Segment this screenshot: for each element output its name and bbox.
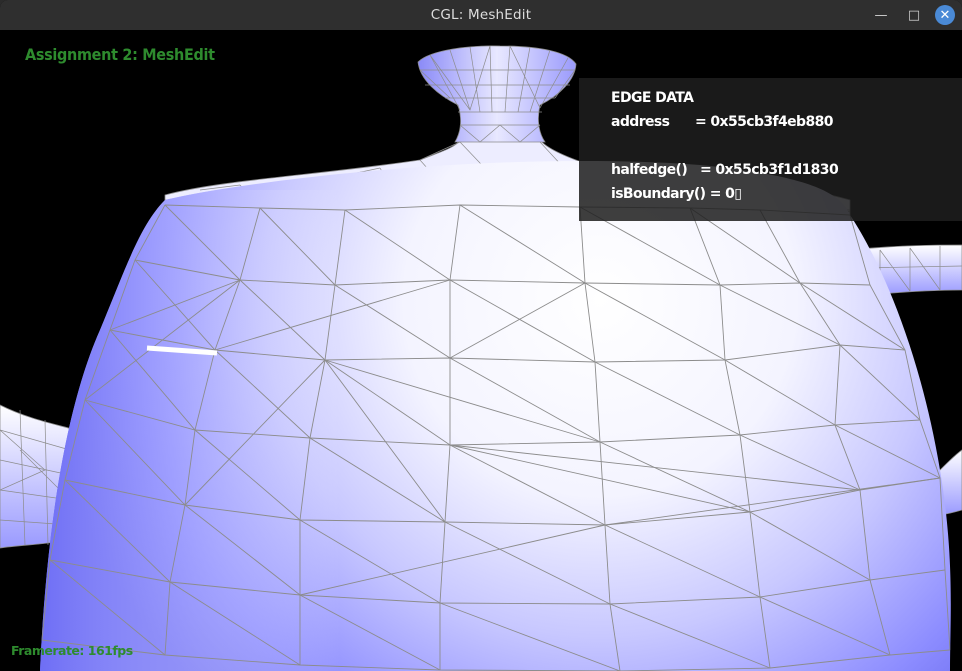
framerate-readout: Framerate: 161fps	[11, 643, 133, 658]
title-bar[interactable]: CGL: MeshEdit — □ ✕	[0, 0, 962, 30]
maximize-icon: □	[907, 7, 921, 23]
edge-isboundary-row: isBoundary() = 0▯	[611, 186, 742, 202]
close-icon: ✕	[939, 7, 951, 23]
minimize-icon: —	[874, 7, 888, 23]
mesh-viewport[interactable]: Assignment 2: MeshEdit EDGE DATA address…	[0, 30, 962, 671]
edge-data-panel: EDGE DATA address = 0x55cb3f4eb880 halfe…	[579, 78, 962, 221]
edge-data-text: EDGE DATA address = 0x55cb3f4eb880 halfe…	[611, 86, 839, 206]
window-title: CGL: MeshEdit	[430, 7, 532, 23]
maximize-button[interactable]: □	[904, 5, 924, 25]
edge-data-title: EDGE DATA	[611, 90, 694, 106]
edge-address-row: address = 0x55cb3f4eb880	[611, 114, 834, 130]
body-shading	[40, 190, 340, 671]
minimize-button[interactable]: —	[871, 5, 891, 25]
app-window: CGL: MeshEdit — □ ✕ Assignment 2: MeshEd…	[0, 0, 962, 671]
edge-halfedge-row: halfedge() = 0x55cb3f1d1830	[611, 162, 839, 178]
edge-blank-row	[611, 134, 838, 158]
close-button[interactable]: ✕	[935, 5, 955, 25]
assignment-heading: Assignment 2: MeshEdit	[25, 45, 215, 64]
